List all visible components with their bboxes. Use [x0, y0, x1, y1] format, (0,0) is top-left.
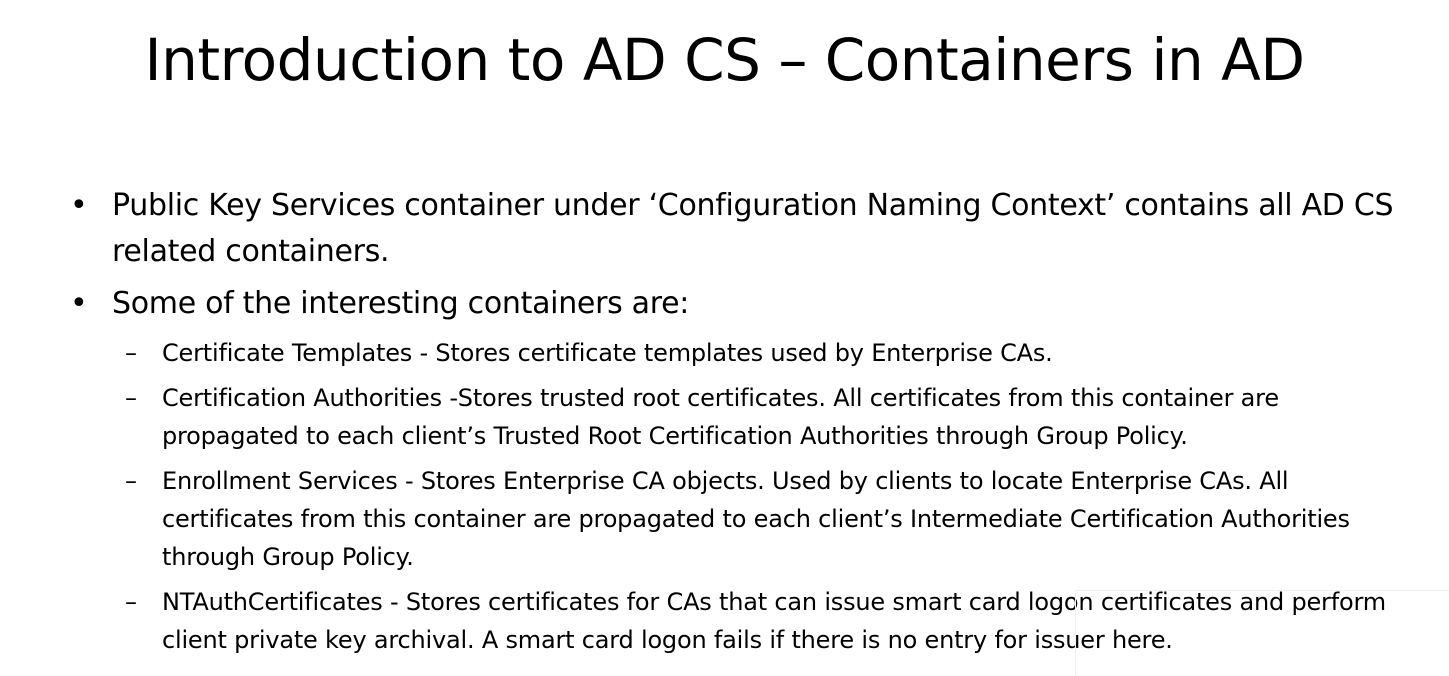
- slide-title: Introduction to AD CS – Containers in AD: [144, 26, 1305, 94]
- corner-shade-overlay: [1075, 590, 1449, 676]
- sub-bullet-marker: –: [125, 384, 137, 412]
- sub-bullet-marker: –: [125, 467, 137, 495]
- sub-bullet-text: Enrollment Services - Stores Enterprise …: [162, 467, 1350, 571]
- bullet-marker: •: [70, 188, 88, 223]
- slide: Introduction to AD CS – Containers in AD…: [0, 0, 1449, 676]
- sub-bullet-marker: –: [125, 339, 137, 367]
- bullet-text: Public Key Services container under ‘Con…: [112, 188, 1394, 269]
- sub-bullet-marker: –: [125, 588, 137, 616]
- bullet-text: Some of the interesting containers are:: [112, 286, 690, 321]
- sub-bullet-text: Certificate Templates - Stores certifica…: [162, 339, 1053, 367]
- sub-bullet-text: Certification Authorities -Stores truste…: [162, 384, 1279, 450]
- bullet-marker: •: [70, 286, 88, 321]
